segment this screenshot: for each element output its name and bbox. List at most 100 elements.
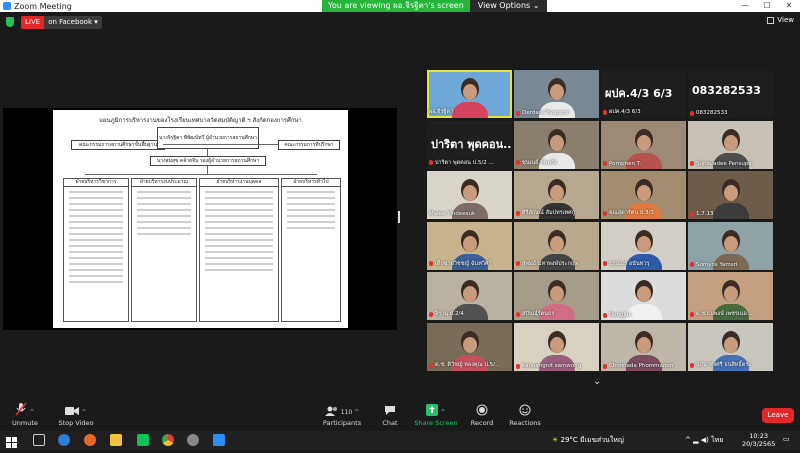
leave-button[interactable]: Leave (762, 408, 794, 423)
participant-tile[interactable]: Nongluk (601, 272, 686, 321)
participant-tile[interactable]: เด็กชายวิชชญ์ ฉันทวิศว์ (427, 221, 512, 270)
participant-name: Nongluk (609, 312, 632, 319)
participant-name-tag: สุภนาทุงศรี ธนสิทธิ์ตระ (690, 361, 751, 369)
meeting-topbar (0, 12, 800, 32)
firefox-icon[interactable] (84, 434, 96, 446)
participant-tile[interactable]: Somyos Yamsri (688, 221, 773, 270)
column-header: ฝ่ายบริหารทั่วไป (282, 179, 340, 187)
participant-name: Supavadee Pensupe (696, 160, 752, 167)
unmute-button[interactable]: ^ Unmute (8, 402, 42, 427)
muted-mic-icon (516, 363, 520, 369)
participant-tile[interactable]: คุณสุดารัตน ป.3/3 (601, 171, 686, 220)
viewing-banner: You are viewing ผอ.จิรฐิตา's screen View… (322, 0, 548, 12)
muted-mic-icon (690, 110, 694, 116)
participant-tile[interactable]: kanuengnit samwong (514, 323, 599, 371)
view-options-button[interactable]: View Options ⌄ (469, 0, 548, 12)
chevron-up-icon[interactable]: ^ (685, 436, 691, 444)
notification-icon[interactable]: ▭ (783, 435, 790, 443)
participant-tile[interactable]: ชุนเนย์ ทิพพรัง (514, 120, 599, 169)
participant-name: Somyos Yamsri (696, 261, 738, 268)
participant-tile[interactable]: Pornphen T. (601, 120, 686, 169)
participant-name-tag: ด.ช. ศิวัชญ์ ทองคุณ ป.5/... (429, 361, 500, 369)
split-resize-handle[interactable] (398, 211, 400, 223)
live-stream-badge[interactable]: LIVE on Facebook ▾ (21, 16, 102, 29)
participant-tile[interactable]: ศิริลักษณ์ สัมปทรเทศกู (514, 171, 599, 220)
live-target-dropdown[interactable]: on Facebook ▾ (44, 16, 102, 29)
participant-tile[interactable]: Supavadee Pensupe (688, 120, 773, 169)
muted-mic-icon (603, 363, 607, 369)
window-title: Zoom Meeting (14, 1, 72, 11)
network-icon[interactable]: ▂ (693, 436, 698, 444)
participant-name-tag: สุพนธ์ มหาพงษ์ประกฤษ (516, 260, 578, 268)
muted-mic-icon (603, 261, 607, 267)
participant-tile[interactable]: ด.ช.ธนพงษ์ เพชรเนล... (688, 272, 773, 321)
language-indicator[interactable]: ไทย (711, 436, 723, 444)
participant-face (549, 337, 564, 353)
view-button[interactable]: View (767, 16, 794, 24)
column-header: ฝ่ายบริหารงานบุคคล (200, 179, 278, 187)
slide-box-director: นางจิรฐิตา พีพัฒน์ทวี ผู้อำนวยการสถานศึก… (157, 127, 259, 149)
participant-tile[interactable]: ด.ช. ศิวัชญ์ ทองคุณ ป.5/... (427, 323, 512, 371)
participant-tile[interactable]: จิรานุ ป.2/4 (427, 272, 512, 321)
participant-name-tag: สปันณุ์รัตนธร (516, 310, 554, 318)
system-tray[interactable]: ^ ▂ ◀) ไทย (685, 435, 723, 446)
task-view-icon[interactable] (33, 434, 45, 446)
slide-connector-line (85, 174, 317, 175)
shared-screen-area[interactable]: แผนภูมิการบริหารงานของโรงเรียนเทศบาลวัดส… (3, 108, 397, 330)
muted-mic-icon (516, 261, 520, 267)
edge-browser-icon[interactable] (58, 434, 70, 446)
participant-tile[interactable]: 1.7.13 (688, 171, 773, 220)
zoom-taskbar-icon[interactable] (213, 434, 225, 446)
participant-tile[interactable]: สปันณุ์รัตนธร (514, 272, 599, 321)
zoom-logo-icon (3, 2, 11, 10)
participant-name: Pornphen T. (609, 160, 642, 167)
participant-tile[interactable]: สุภนาทุงศรี ธนสิทธิ์ตระ (688, 323, 773, 371)
participant-tile[interactable]: ปาริตา พุดคอน... ปาริตา พุดคอน ป.5/2 ... (427, 120, 512, 169)
participant-name-tag: ชุนเนย์ ทิพพรัง (516, 159, 557, 167)
participant-name-tag: 1.7.13 (690, 211, 714, 217)
participant-tile[interactable]: สุพนธ์ มหาพงษ์ประกฤษ (514, 221, 599, 270)
chevron-down-icon[interactable]: ⌄ (593, 376, 601, 387)
participant-face (636, 286, 651, 303)
participant-tile[interactable]: นรุณธร อนันทวรุ (601, 221, 686, 270)
record-label: Record (470, 419, 494, 427)
shared-slide: แผนภูมิการบริหารงานของโรงเรียนเทศบาลวัดส… (53, 110, 348, 328)
chat-button[interactable]: Chat (378, 402, 402, 427)
minimize-button[interactable]: — (734, 0, 756, 12)
participants-button[interactable]: 110 ^ Participants (316, 402, 368, 427)
participant-name: ผอ.จิรฐิตา (429, 109, 454, 115)
participant-tile[interactable]: Chonnada Phommanon (601, 323, 686, 371)
participant-name: Chonnada Phommanon (609, 363, 674, 369)
close-button[interactable]: ✕ (778, 0, 800, 12)
participant-name-tag: Chonnada Phommanon (603, 363, 673, 369)
participant-tile[interactable]: Oerdaw Piyapont (514, 70, 599, 118)
record-button[interactable]: Record (468, 402, 496, 427)
slide-connector-line (207, 148, 208, 156)
windows-start-icon[interactable] (6, 434, 18, 448)
participant-tile[interactable]: Malee Yindeesuk (427, 171, 512, 220)
app-icon[interactable] (187, 434, 199, 446)
participant-tile[interactable]: 083282533 083282533 (688, 70, 773, 118)
share-screen-button[interactable]: ^ Share Screen (414, 402, 458, 427)
participant-tile[interactable]: ผปค.4/3 6/3 ผปค.4/3 6/3 (601, 70, 686, 118)
participants-label: Participants (322, 419, 362, 427)
sun-cloud-icon: ☀ (552, 436, 559, 444)
chrome-icon[interactable] (162, 434, 174, 446)
file-explorer-icon[interactable] (110, 434, 122, 446)
reactions-button[interactable]: Reactions (508, 402, 542, 427)
app-title-area: Zoom Meeting (0, 2, 72, 11)
maximize-button[interactable]: ☐ (756, 0, 778, 12)
line-app-icon[interactable] (137, 434, 149, 446)
muted-mic-icon (516, 210, 520, 216)
volume-icon[interactable]: ◀) (701, 436, 709, 444)
clock[interactable]: 10:23 20/3/2565 (742, 432, 775, 448)
participant-tile[interactable]: ผอ.จิรฐิตา (427, 70, 512, 118)
participant-name: คุณสุดารัตน ป.3/3 (609, 210, 654, 217)
weather-widget[interactable]: ☀ 29°C มีเมฆส่วนใหญ่ (552, 435, 624, 446)
participant-name-tag: kanuengnit samwong (516, 363, 581, 369)
participant-name: นรุณธร อนันทวรุ (609, 260, 650, 267)
stop-video-button[interactable]: ^ Stop Video (55, 402, 97, 427)
encryption-shield-icon[interactable] (6, 17, 14, 27)
viewing-screen-label: You are viewing ผอ.จิรฐิตา's screen (322, 0, 470, 12)
record-icon (476, 404, 488, 416)
